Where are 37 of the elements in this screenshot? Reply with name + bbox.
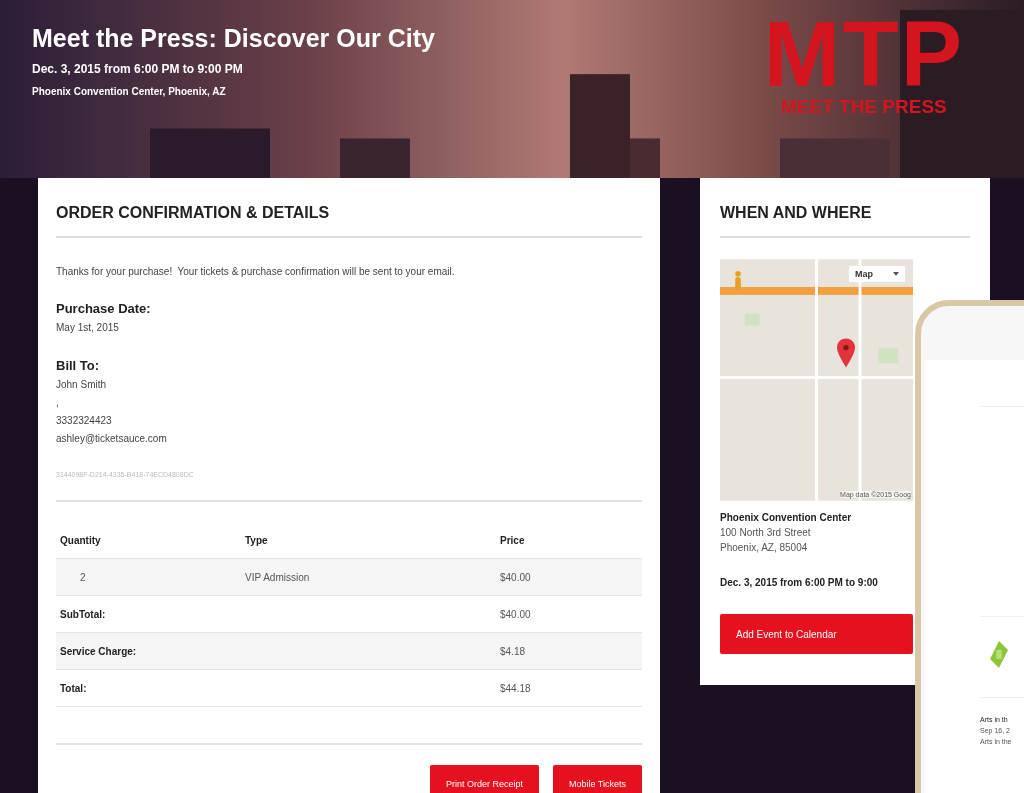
event-date: Dec. 3, 2015 from 6:00 PM to 9:00 [720,577,879,588]
action-button[interactable]: Print Order Receipt [429,765,539,793]
action-button[interactable]: Mobile Tickets [552,765,642,793]
add-to-calendar-button[interactable]: Add Event to Calendar [720,614,913,654]
address-line: Phoenix, AZ, 85004 [720,542,809,553]
total-value: $44.18 [500,682,532,694]
billing-line: John Smith [56,379,108,391]
caret-icon [893,272,899,276]
card-heading: ORDER CONFIRMATION & DETAILS [56,178,642,238]
event-title: Meet the Press: Discover Our City [32,24,435,53]
column-header: Quantity [60,534,102,546]
column-header: Price [500,534,526,546]
event-venue: Phoenix Convention Center, Phoenix, AZ [32,86,227,97]
field-label: Purchase Date: [56,301,152,316]
event-date: Dec. 3, 2015 from 6:00 PM to 9:00 PM [32,62,244,76]
total-label: Total: [60,682,88,694]
map-pin-icon [837,338,855,368]
billing-line: , [56,397,60,409]
venue-name: Phoenix Convention Center [720,512,853,523]
address-line: 100 North 3rd Street [720,527,812,538]
total-value: $40.00 [500,608,532,620]
card-heading: WHEN AND WHERE [720,178,970,238]
column-header: Type [245,534,269,546]
thanks-message: Thanks for your purchase! Your tickets & purchase confirmation will be sent to your email. [56,266,456,277]
person-icon [734,270,742,292]
ticket-icon [990,641,1008,668]
billing-line: 3332324423 [56,415,113,427]
billing-line: ashley@ticketsauce.com [56,433,168,445]
total-value: $4.18 [500,645,527,657]
table-cell-text: VIP Admission [245,571,311,583]
map-type-dropdown[interactable]: Map [849,266,905,282]
field-label: Bill To: [56,358,101,373]
table-cell-text: $40.00 [500,571,532,583]
total-label: SubTotal: [60,608,107,620]
purchase-date: May 1st, 2015 [56,322,120,334]
total-label: Service Charge: [60,645,138,657]
table-cell-text: 2 [79,571,87,583]
